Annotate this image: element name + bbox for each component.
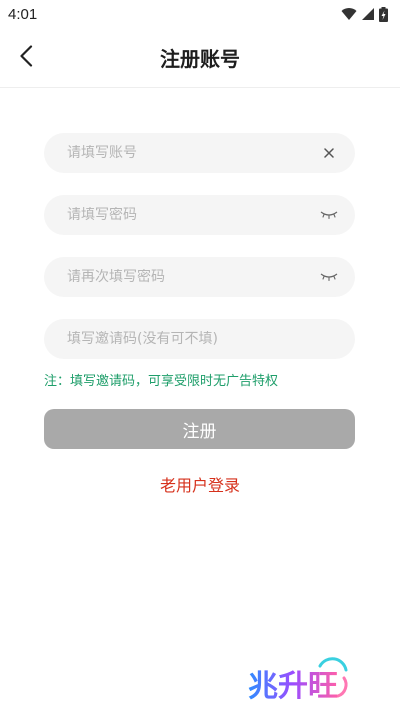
signal-icon (361, 7, 375, 21)
back-button[interactable] (10, 42, 42, 74)
register-button[interactable]: 注册 (44, 409, 355, 449)
invite-code-field (44, 319, 355, 359)
password-input[interactable] (67, 207, 319, 223)
clear-icon[interactable] (319, 143, 339, 163)
battery-icon (379, 6, 388, 22)
invite-note: 注：填写邀请码，可享受限时无广告特权 (44, 374, 279, 389)
status-icons (341, 6, 388, 22)
confirm-password-field (44, 257, 355, 297)
status-bar: 4:01 (0, 0, 400, 28)
app-header: 注册账号 (0, 28, 400, 88)
page-title: 注册账号 (160, 47, 240, 71)
invite-code-input[interactable] (67, 331, 339, 347)
password-field (44, 195, 355, 235)
back-arrow-icon (19, 45, 33, 71)
watermark-logo: 兆升旺 (246, 656, 354, 706)
account-field (44, 133, 355, 173)
wifi-icon (341, 7, 357, 21)
existing-user-login-link[interactable]: 老用户登录 (0, 472, 400, 496)
confirm-password-input[interactable] (67, 269, 319, 285)
watermark-text: 兆升旺 (248, 669, 338, 704)
status-time: 4:01 (8, 5, 38, 23)
eye-closed-icon[interactable] (319, 205, 339, 225)
account-input[interactable] (67, 145, 319, 161)
eye-closed-icon[interactable] (319, 267, 339, 287)
